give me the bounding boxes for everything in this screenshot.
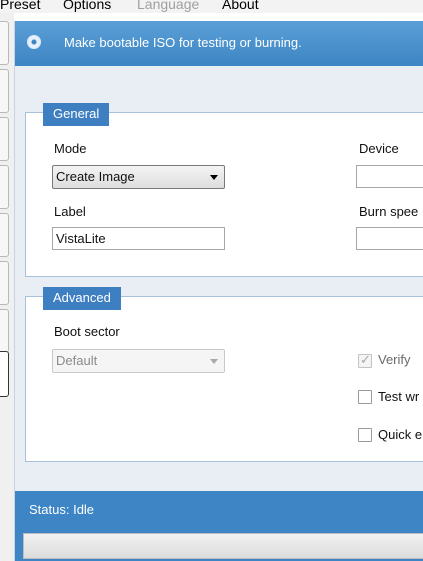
mode-label: Mode: [54, 141, 87, 156]
side-tab-strip: [0, 13, 14, 561]
burn-speed-label: Burn spee: [359, 204, 419, 219]
chevron-down-icon: [210, 175, 218, 180]
menu-bar: Preset Options Language About: [0, 0, 423, 13]
menu-about[interactable]: About: [222, 0, 259, 12]
device-select[interactable]: [356, 165, 423, 188]
advanced-group: Boot sector Default ✓ Verify Test wr Qui…: [25, 296, 423, 462]
label-input[interactable]: VistaLite: [52, 227, 225, 250]
side-tab-4[interactable]: [0, 165, 9, 209]
status-text: Status: Idle: [29, 502, 95, 517]
menu-options[interactable]: Options: [63, 0, 111, 12]
verify-label: Verify: [378, 352, 411, 367]
quick-erase-label: Quick e: [378, 427, 423, 442]
device-label: Device: [359, 141, 399, 156]
boot-sector-select[interactable]: Default: [52, 349, 225, 373]
test-write-checkbox[interactable]: [358, 390, 372, 404]
check-icon: ✓: [360, 352, 371, 367]
menu-preset[interactable]: Preset: [0, 0, 40, 12]
side-tab-5[interactable]: [0, 213, 9, 257]
verify-checkbox[interactable]: ✓: [358, 352, 372, 368]
header-banner: Make bootable ISO for testing or burning…: [15, 21, 423, 66]
general-group-title: General: [43, 103, 110, 126]
burn-speed-select[interactable]: [356, 227, 423, 250]
menu-language: Language: [137, 0, 200, 12]
chevron-down-icon: [210, 359, 218, 364]
mode-select-value: Create Image: [56, 169, 135, 184]
test-write-label: Test wr: [378, 389, 420, 404]
side-tab-1[interactable]: [0, 21, 9, 65]
main-panel: Make bootable ISO for testing or burning…: [14, 21, 423, 561]
side-tab-2[interactable]: [0, 69, 9, 113]
side-tab-active[interactable]: [0, 351, 9, 397]
boot-sector-label: Boot sector: [54, 324, 120, 339]
label-label: Label: [54, 204, 86, 219]
quick-erase-checkbox[interactable]: [358, 428, 372, 442]
progress-bar: [23, 533, 423, 559]
mode-select[interactable]: Create Image: [52, 165, 225, 189]
side-tab-3[interactable]: [0, 117, 9, 161]
advanced-group-title: Advanced: [43, 287, 121, 310]
disc-icon: [27, 35, 41, 49]
side-tab-7[interactable]: [0, 309, 9, 353]
general-group: Mode Create Image Label VistaLite Device…: [25, 112, 423, 277]
side-tab-6[interactable]: [0, 261, 9, 305]
banner-text: Make bootable ISO for testing or burning…: [64, 35, 302, 50]
boot-sector-value: Default: [56, 353, 98, 368]
